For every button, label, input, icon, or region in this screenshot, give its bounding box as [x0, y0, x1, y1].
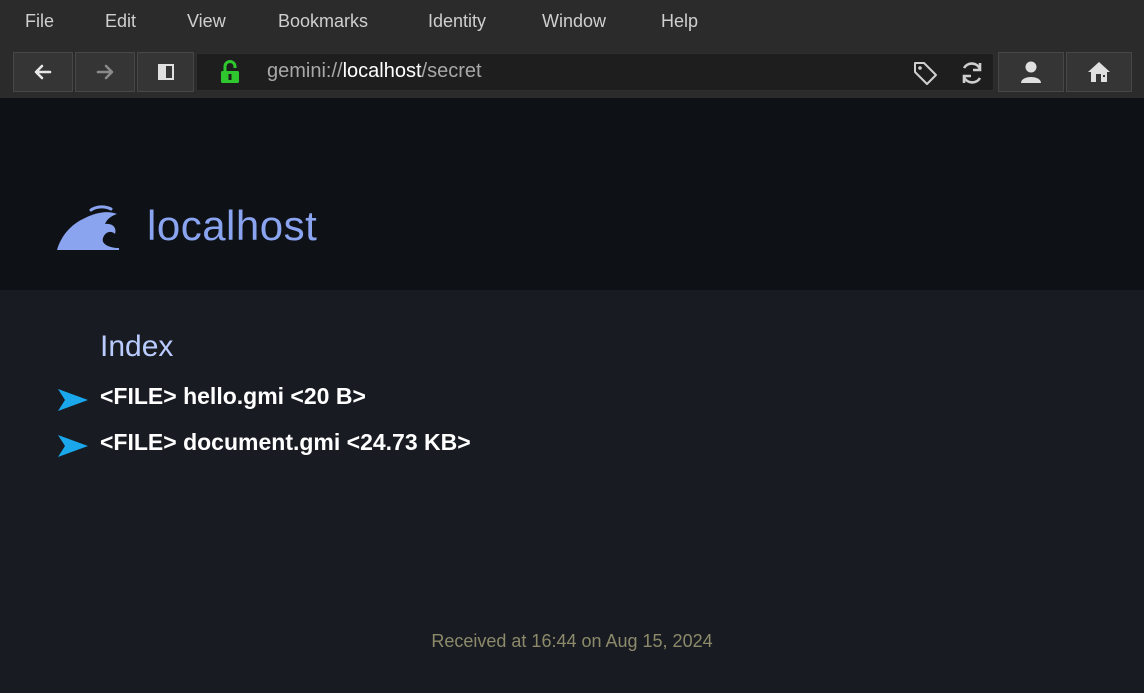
url-bar[interactable]: gemini://localhost/secret [196, 53, 994, 91]
site-title: localhost [147, 202, 318, 249]
page-heading: Index [100, 330, 174, 363]
link-document-gmi[interactable]: <FILE> document.gmi <24.73 KB> [100, 429, 471, 456]
reload-icon[interactable] [959, 60, 985, 86]
person-icon [1021, 61, 1041, 83]
url-host: localhost [342, 60, 422, 82]
identity-button[interactable] [998, 52, 1064, 92]
padlock-open-icon [221, 60, 239, 83]
home-icon [1088, 62, 1110, 82]
site-banner: localhost [0, 98, 1144, 290]
bookmark-tag-icon[interactable] [911, 59, 939, 87]
menu-help[interactable]: Help [661, 11, 698, 32]
received-timestamp: Received at 16:44 on Aug 15, 2024 [431, 631, 713, 651]
url-scheme: gemini:// [267, 60, 343, 82]
url-text[interactable]: gemini://localhost/secret [267, 60, 482, 83]
menu-bookmarks[interactable]: Bookmarks [278, 11, 368, 32]
menu-identity[interactable]: Identity [428, 11, 486, 32]
toolbar: gemini://localhost/secret [0, 43, 1144, 98]
menu-file[interactable]: File [25, 11, 54, 32]
arrow-right-icon [96, 64, 114, 80]
sidebar-toggle-button[interactable] [137, 52, 194, 92]
back-button[interactable] [13, 52, 73, 92]
url-path: /secret [421, 60, 482, 82]
link-arrow-icon [58, 435, 88, 457]
link-hello-gmi[interactable]: <FILE> hello.gmi <20 B> [100, 383, 366, 410]
home-button[interactable] [1066, 52, 1132, 92]
menu-window[interactable]: Window [542, 11, 606, 32]
wave-icon [57, 205, 119, 250]
arrow-left-icon [34, 64, 52, 80]
menu-edit[interactable]: Edit [105, 11, 136, 32]
link-arrow-icon [58, 389, 88, 411]
sidebar-toggle-icon [157, 64, 174, 80]
forward-button[interactable] [75, 52, 135, 92]
menu-view[interactable]: View [187, 11, 226, 32]
menu-bar: File Edit View Bookmarks Identity Window… [0, 0, 1144, 43]
